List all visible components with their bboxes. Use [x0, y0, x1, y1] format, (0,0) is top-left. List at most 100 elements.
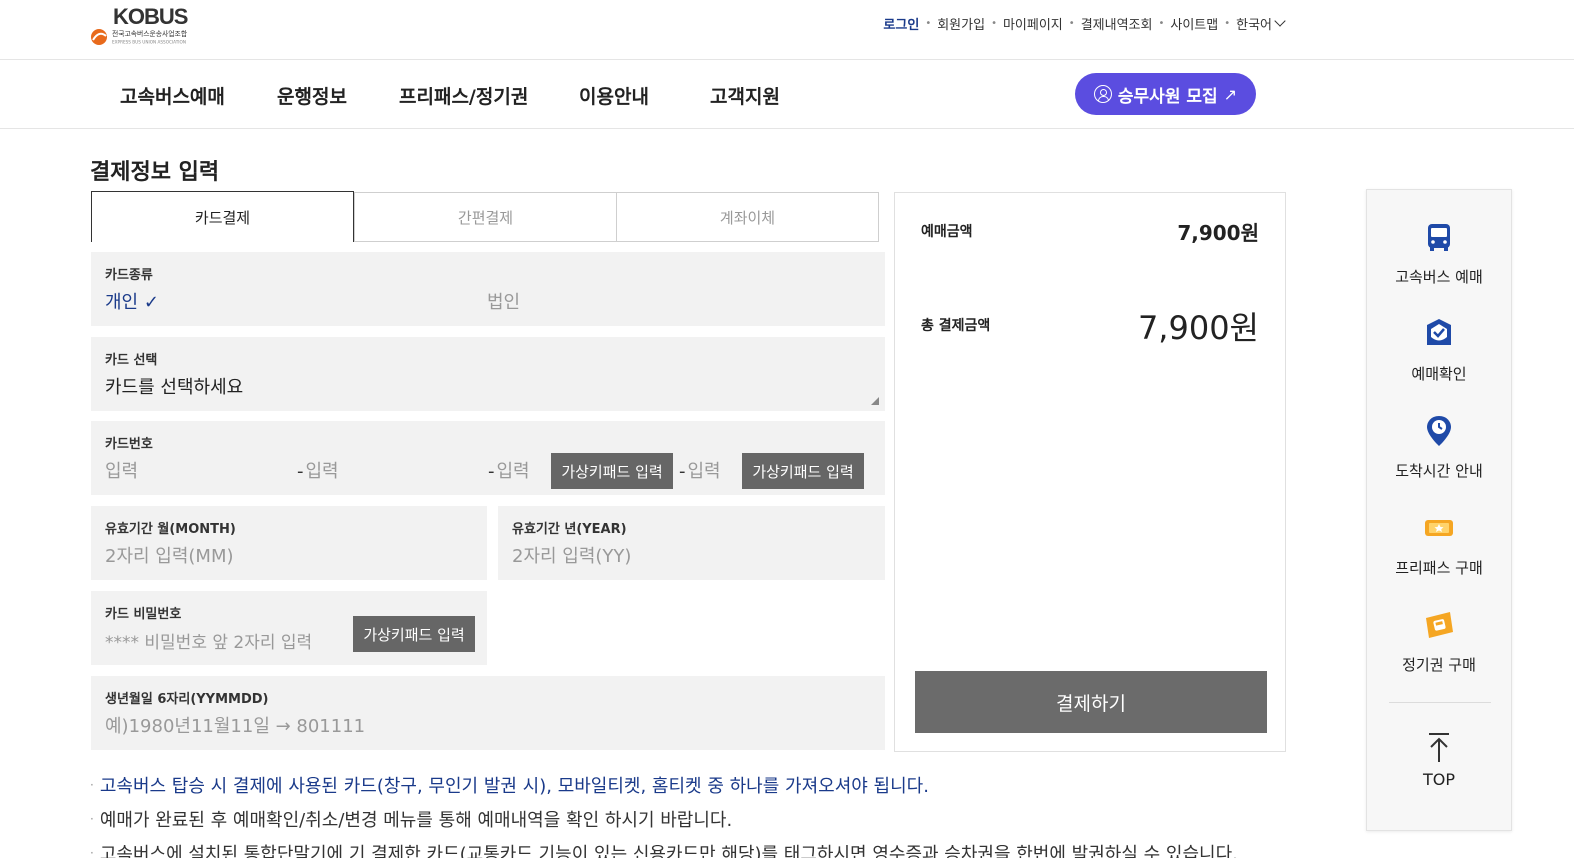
language-label: 한국어 — [1236, 18, 1272, 33]
card-number-input-3[interactable]: - 입력 — [488, 457, 530, 483]
scroll-top-label: TOP — [1422, 770, 1455, 789]
card-select-field[interactable]: 카드 선택 카드를 선택하세요 — [91, 337, 885, 411]
quick-menu: 고속버스 예매 예매확인 도착시간 안내 프리패스 구매 정기권 구매 TOP — [1366, 189, 1512, 831]
util-payment-history-link[interactable]: 결제내역조회 — [1081, 14, 1153, 33]
nav-bus-booking[interactable]: 고속버스예매 — [120, 82, 225, 109]
notice-item: · 고속버스 탑승 시 결제에 사용된 카드(창구, 무인기 발권 시), 모바일… — [90, 772, 929, 798]
logo-subtitle-en: EXPRESS BUS UNION ASSOCIATION — [112, 40, 186, 45]
card-number-input-4[interactable]: - 입력 — [679, 457, 721, 483]
payment-method-tabs: 카드결제 간편결제 계좌이체 — [91, 191, 879, 242]
quick-menu-divider — [1389, 702, 1491, 703]
card-type-personal-option[interactable]: 개인 ✓ — [105, 288, 159, 314]
card-password-input[interactable]: **** 비밀번호 앞 2자리 입력 — [105, 628, 312, 653]
booking-amount-value: 7,900원 — [1177, 221, 1259, 245]
separator-dot: • — [925, 18, 932, 29]
pay-button[interactable]: 결제하기 — [915, 671, 1267, 733]
card-password-label: 카드 비밀번호 — [105, 607, 182, 622]
recruit-button-label: 승무사원 모집 — [1117, 86, 1218, 107]
quick-season-ticket[interactable]: 정기권 구매 — [1367, 608, 1511, 688]
card-select-value[interactable]: 카드를 선택하세요 — [105, 373, 243, 399]
tab-easy-payment[interactable]: 간편결제 — [354, 192, 616, 241]
util-mypage-link[interactable]: 마이페이지 — [1003, 14, 1063, 33]
tab-card-payment[interactable]: 카드결제 — [91, 191, 354, 242]
ticket-star-icon — [1425, 520, 1453, 536]
tab-bank-transfer[interactable]: 계좌이체 — [616, 192, 878, 241]
chevron-down-icon — [1274, 14, 1286, 27]
card-number-placeholder-2: 입력 — [305, 461, 339, 482]
shield-check-icon — [1427, 319, 1451, 345]
birth-date-label: 생년월일 6자리(YYMMDD) — [105, 692, 269, 707]
page-title: 결제정보 입력 — [90, 160, 220, 185]
quick-booking-check[interactable]: 예매확인 — [1367, 317, 1511, 397]
nav-freepass[interactable]: 프리패스/정기권 — [399, 82, 528, 109]
expiry-month-input[interactable]: 2자리 입력(MM) — [105, 542, 234, 568]
quick-freepass-label: 프리패스 구매 — [1395, 559, 1483, 577]
notice-text-1: 고속버스 탑승 시 결제에 사용된 카드(창구, 무인기 발권 시), 모바일티… — [99, 776, 929, 797]
expiry-month-field[interactable]: 유효기간 월(MONTH) 2자리 입력(MM) — [91, 506, 487, 580]
dash-separator: - — [679, 461, 686, 482]
personal-option-label: 개인 — [105, 292, 139, 313]
payment-summary-panel: 예매금액 7,900원 총 결제금액 7,900원 결제하기 — [894, 192, 1286, 752]
scroll-top-button[interactable]: TOP — [1367, 732, 1511, 802]
expiry-year-field[interactable]: 유효기간 년(YEAR) 2자리 입력(YY) — [498, 506, 885, 580]
separator-dot: • — [1158, 18, 1165, 29]
logo-mark-icon — [91, 29, 107, 45]
dash-separator: - — [488, 461, 495, 482]
quick-arrival-time-label: 도착시간 안내 — [1395, 462, 1483, 480]
logo-subtitle: 전국고속버스운송사업조합 — [112, 29, 188, 38]
dash-separator: - — [297, 461, 304, 482]
resize-handle-icon — [871, 397, 879, 405]
booking-amount-label: 예매금액 — [921, 224, 973, 240]
quick-bus-booking[interactable]: 고속버스 예매 — [1367, 220, 1511, 300]
nav-guide[interactable]: 이용안내 — [579, 82, 649, 109]
card-password-field: 카드 비밀번호 **** 비밀번호 앞 2자리 입력 가상키패드 입력 — [91, 591, 487, 665]
util-sitemap-link[interactable]: 사이트맵 — [1170, 14, 1218, 33]
card-number-placeholder-3: 입력 — [496, 461, 530, 482]
util-login-link[interactable]: 로그인 — [883, 14, 919, 33]
quick-season-ticket-label: 정기권 구매 — [1402, 656, 1476, 674]
card-number-input-2[interactable]: - 입력 — [297, 457, 339, 483]
total-amount-label: 총 결제금액 — [921, 318, 991, 334]
virtual-keypad-button-3[interactable]: 가상키패드 입력 — [551, 453, 673, 489]
top-bar: KOBUS 전국고속버스운송사업조합 EXPRESS BUS UNION ASS… — [0, 0, 1574, 60]
nav-schedule-info[interactable]: 운행정보 — [277, 82, 347, 109]
expiry-year-label: 유효기간 년(YEAR) — [512, 522, 627, 537]
language-selector[interactable]: 한국어 — [1236, 14, 1286, 33]
check-icon: ✓ — [138, 292, 159, 313]
bullet-icon: · — [90, 846, 94, 858]
total-amount-value: 7,900원 — [1137, 309, 1259, 347]
expiry-year-input[interactable]: 2자리 입력(YY) — [512, 542, 631, 568]
notice-item: · 고속버스에 설치된 통합단말기에 기 결제한 카드(교통카드 기능이 있는 신… — [90, 840, 1380, 858]
bullet-icon: · — [90, 812, 94, 826]
quick-arrival-time[interactable]: 도착시간 안내 — [1367, 414, 1511, 494]
expiry-month-label: 유효기간 월(MONTH) — [105, 522, 236, 537]
util-signup-link[interactable]: 회원가입 — [937, 14, 985, 33]
kobus-logo[interactable]: KOBUS 전국고속버스운송사업조합 EXPRESS BUS UNION ASS… — [90, 4, 210, 50]
recruit-button[interactable]: 승무사원 모집 ↗ — [1075, 73, 1256, 115]
password-keypad-button[interactable]: 가상키패드 입력 — [353, 616, 475, 652]
arrow-up-icon — [1429, 733, 1449, 762]
location-clock-icon — [1427, 416, 1451, 446]
card-number-placeholder-1: 입력 — [105, 461, 139, 482]
bullet-icon: · — [90, 778, 94, 792]
birth-date-input[interactable]: 예)1980년11월11일 → 801111 — [105, 712, 365, 738]
logo-text: KOBUS — [113, 4, 188, 29]
separator-dot: • — [1224, 18, 1231, 29]
quick-booking-check-label: 예매확인 — [1411, 365, 1467, 383]
birth-date-field[interactable]: 생년월일 6자리(YYMMDD) 예)1980년11월11일 → 801111 — [91, 676, 885, 750]
bus-icon — [1428, 224, 1450, 251]
notice-item: · 예매가 완료된 후 예매확인/취소/변경 메뉴를 통해 예매내역을 확인 하시… — [90, 806, 732, 832]
quick-freepass[interactable]: 프리패스 구매 — [1367, 511, 1511, 591]
card-number-placeholder-4: 입력 — [687, 461, 721, 482]
separator-dot: • — [991, 18, 997, 29]
quick-bus-booking-label: 고속버스 예매 — [1395, 268, 1483, 286]
notice-text-3: 고속버스에 설치된 통합단말기에 기 결제한 카드(교통카드 기능이 있는 신용… — [99, 844, 1238, 858]
external-arrow-icon: ↗ — [1223, 84, 1238, 104]
card-number-input-1[interactable]: 입력 — [105, 457, 138, 483]
card-type-field: 카드종류 개인 ✓ 법인 — [91, 252, 885, 326]
virtual-keypad-button-4[interactable]: 가상키패드 입력 — [742, 453, 864, 489]
nav-customer-support[interactable]: 고객지원 — [710, 82, 780, 109]
card-number-field: 카드번호 입력 - 입력 - 입력 가상키패드 입력 - 입력 가상키패드 입력 — [91, 421, 885, 495]
card-type-corporate-option[interactable]: 법인 — [487, 288, 520, 314]
utility-nav: 로그인 • 회원가입 • 마이페이지 • 결제내역조회 • 사이트맵 • 한국어 — [883, 14, 1286, 33]
